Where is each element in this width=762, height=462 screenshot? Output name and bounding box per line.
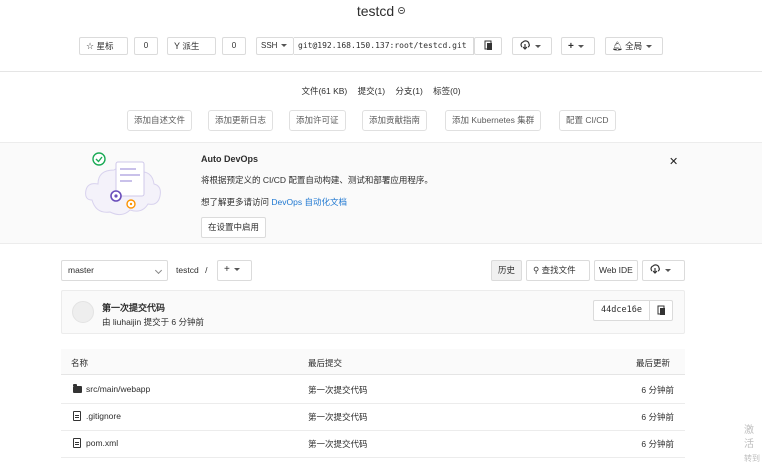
chevron-down-icon: [154, 266, 163, 275]
devops-illustration-icon: [85, 152, 161, 216]
fork-button[interactable]: Y 派生: [167, 37, 216, 55]
breadcrumb-root[interactable]: testcd: [176, 265, 199, 275]
learn-more-prefix: 想了解更多请访问: [201, 197, 272, 207]
column-last-update: 最后更新: [636, 358, 671, 368]
find-file-button[interactable]: ⚲ 查找文件: [526, 260, 590, 281]
clone-protocol-dropdown[interactable]: SSH: [256, 37, 294, 55]
chevron-down-icon: [233, 268, 240, 271]
project-title: testcd: [0, 3, 762, 19]
enable-in-settings-button[interactable]: 在设置中启用: [201, 217, 267, 238]
add-changelog-button[interactable]: 添加更新日志: [208, 110, 274, 131]
watermark-line-2: 转到: [744, 454, 760, 462]
column-last-commit: 最后提交: [308, 358, 343, 368]
chevron-down-icon: [665, 269, 671, 272]
fork-label: 派生: [182, 41, 200, 51]
copy-icon: [657, 305, 665, 315]
setup-ci-cd-button[interactable]: 配置 CI/CD: [559, 110, 616, 131]
add-kubernetes-cluster-button[interactable]: 添加 Kubernetes 集群: [445, 110, 542, 131]
file-last-update: 6 分钟前: [641, 439, 674, 449]
breadcrumb-separator: /: [205, 265, 208, 275]
fork-icon: Y: [174, 41, 181, 51]
cloud-download-icon: [520, 40, 530, 50]
stat-commits[interactable]: 提交(1): [358, 86, 385, 96]
star-icon: ☆: [86, 41, 95, 51]
divider: [0, 71, 762, 72]
cloud-download-icon: [650, 264, 660, 274]
row-divider: [61, 403, 685, 404]
folder-icon: [73, 384, 82, 393]
star-count[interactable]: 0: [134, 37, 158, 55]
file-name[interactable]: pom.xml: [86, 438, 118, 448]
copy-url-button[interactable]: [474, 37, 502, 55]
bell-icon: 🔔︎: [612, 41, 623, 51]
file-last-update: 6 分钟前: [641, 385, 674, 395]
column-name: 名称: [71, 358, 89, 368]
file-icon: [73, 411, 81, 421]
stat-tags[interactable]: 标签(0): [433, 86, 460, 96]
chevron-down-icon: [281, 44, 288, 47]
auto-devops-title: Auto DevOps: [201, 154, 259, 164]
star-button[interactable]: ☆ 星标: [79, 37, 128, 55]
copy-sha-button[interactable]: [649, 300, 673, 321]
commit-meta: 由 liuhaijin 提交于 6 分钟前: [102, 317, 205, 327]
history-button[interactable]: 历史: [491, 260, 522, 281]
project-stats: 文件(61 KB) 提交(1) 分支(1) 标签(0): [0, 85, 762, 97]
row-divider: [61, 457, 685, 458]
notification-dropdown[interactable]: 🔔︎ 全局: [605, 37, 663, 55]
clone-protocol-label: SSH: [261, 41, 278, 50]
plus-icon: +: [568, 41, 574, 52]
file-last-commit[interactable]: 第一次提交代码: [308, 411, 368, 423]
auto-devops-description: 将根据预定义的 CI/CD 配置自动构建、测试和部署应用程序。: [201, 175, 433, 185]
add-license-button[interactable]: 添加许可证: [289, 110, 346, 131]
commit-sha[interactable]: 44dce16e: [593, 300, 650, 321]
find-file-label: 查找文件: [541, 265, 576, 275]
add-dropdown[interactable]: +: [561, 37, 595, 55]
add-contributing-button[interactable]: 添加贡献指南: [362, 110, 428, 131]
clone-url-field[interactable]: git@192.168.150.137:root/testcd.git: [294, 37, 474, 55]
repo-download-dropdown[interactable]: [642, 260, 685, 281]
plus-icon: +: [224, 264, 230, 275]
search-icon: ⚲: [533, 265, 540, 275]
fork-count[interactable]: 0: [222, 37, 246, 55]
star-label: 星标: [96, 41, 114, 51]
watermark-line-1: 激活: [744, 425, 754, 450]
notification-label: 全局: [625, 41, 643, 51]
add-to-tree-dropdown[interactable]: +: [217, 260, 252, 281]
commit-title[interactable]: 第一次提交代码: [102, 301, 165, 314]
stat-branches[interactable]: 分支(1): [395, 86, 422, 96]
branch-name: master: [68, 265, 94, 275]
close-icon[interactable]: ✕: [669, 155, 678, 168]
file-icon: [73, 438, 81, 448]
project-name: testcd: [356, 3, 395, 19]
row-divider: [61, 430, 685, 431]
file-last-commit[interactable]: 第一次提交代码: [308, 438, 368, 450]
web-ide-button[interactable]: Web IDE: [594, 260, 638, 281]
devops-docs-link[interactable]: DevOps 自动化文档: [271, 197, 347, 207]
file-last-commit[interactable]: 第一次提交代码: [308, 384, 368, 396]
stat-files[interactable]: 文件(61 KB): [301, 86, 347, 96]
add-readme-button[interactable]: 添加自述文件: [127, 110, 193, 131]
chevron-down-icon: [577, 45, 584, 48]
file-last-update: 6 分钟前: [641, 412, 674, 422]
activation-watermark: 激活 转到: [744, 424, 762, 462]
avatar[interactable]: [72, 301, 94, 323]
file-name[interactable]: src/main/webapp: [86, 384, 150, 394]
download-dropdown[interactable]: [512, 37, 552, 55]
auto-devops-learn-more: 想了解更多请访问 DevOps 自动化文档: [201, 196, 347, 208]
chevron-down-icon: [535, 45, 541, 48]
public-visibility-icon: [398, 7, 406, 14]
chevron-down-icon: [646, 45, 653, 48]
file-table-header: [61, 349, 685, 375]
copy-icon: [484, 40, 492, 50]
breadcrumb: testcd /: [176, 265, 207, 275]
branch-selector[interactable]: master: [61, 260, 168, 281]
file-name[interactable]: .gitignore: [86, 411, 121, 421]
